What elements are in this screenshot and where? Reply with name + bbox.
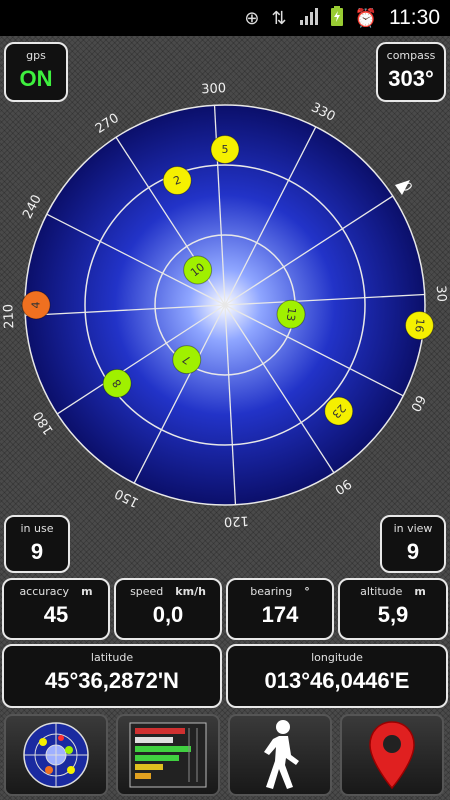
longitude-value: 013°46,0446'E (264, 668, 410, 693)
azimuth-label-180: 180 (31, 408, 57, 437)
azimuth-label-30: 30 (433, 285, 449, 302)
accuracy-box: accuracy m 45 (2, 578, 110, 640)
compass-box: compass 303° (376, 42, 446, 102)
accuracy-label: accuracy (19, 585, 70, 598)
speed-value: 0,0 (152, 602, 184, 627)
signal-bars-button[interactable] (116, 714, 220, 796)
longitude-box: longitude 013°46,0446'E (226, 644, 448, 708)
satellite-2: 2 (162, 166, 192, 196)
signal-bars-icon (129, 722, 207, 788)
map-pin-icon (369, 721, 415, 790)
gps-status-box: gps ON (4, 42, 68, 102)
signal-icon (299, 7, 319, 30)
azimuth-label-300: 300 (201, 81, 227, 97)
azimuth-label-210: 210 (1, 304, 17, 330)
satellite-radar: 0306090120150180210240270300330 52104871… (1, 81, 449, 529)
in-view-box: in view 9 (380, 515, 446, 573)
track-walk-button[interactable] (228, 714, 332, 796)
battery-icon (330, 5, 343, 31)
azimuth-label-150: 150 (112, 485, 141, 510)
satellite-16: 16 (404, 310, 434, 340)
radar-view-icon (23, 722, 89, 788)
alarm-icon: ⏰ (354, 7, 377, 29)
satellite-5: 5 (210, 134, 240, 164)
speed-box: speed km/h 0,0 (114, 578, 222, 640)
bearing-value: 174 (261, 602, 299, 627)
latitude-label: latitude (90, 651, 134, 664)
satellite-id-label: 4 (30, 302, 43, 309)
accuracy-value: 45 (43, 602, 69, 627)
in-view-value: 9 (406, 539, 420, 564)
walking-person-icon (264, 720, 299, 789)
accuracy-unit: m (81, 585, 93, 598)
in-use-box: in use 9 (4, 515, 70, 573)
compass-value: 303° (388, 66, 434, 91)
map-pin-button[interactable] (340, 714, 444, 796)
bearing-box: bearing ° 174 (226, 578, 334, 640)
compass-label: compass (386, 49, 436, 62)
clock: 11:30 (389, 6, 440, 29)
altitude-unit: m (414, 585, 426, 598)
satellite-id-label: 13 (284, 306, 299, 322)
altitude-label: altitude (360, 585, 403, 598)
azimuth-label-270: 270 (93, 111, 122, 137)
bearing-label: bearing (250, 585, 293, 598)
azimuth-label-240: 240 (20, 192, 45, 221)
data-transfer-icon: ⇅ (271, 7, 287, 29)
satellite-10: 10 (183, 255, 213, 285)
in-view-label: in view (393, 522, 433, 535)
gps-value: ON (19, 66, 53, 91)
latitude-value: 45°36,2872'N (45, 668, 179, 693)
satellite-id-label: 16 (412, 318, 426, 333)
status-bar: ⊕ ⇅ ⏰ 11:30 (0, 0, 450, 36)
satellite-4: 4 (21, 290, 51, 320)
longitude-label: longitude (311, 651, 363, 664)
azimuth-label-60: 60 (407, 392, 428, 414)
in-use-label: in use (20, 522, 54, 535)
altitude-value: 5,9 (377, 602, 409, 627)
altitude-box: altitude m 5,9 (338, 578, 448, 640)
in-use-value: 9 (30, 539, 44, 564)
gps-label: gps (26, 49, 46, 62)
satellite-7: 7 (172, 345, 202, 375)
radar-view-button[interactable] (4, 714, 108, 796)
azimuth-label-120: 120 (224, 513, 250, 529)
satellite-8: 8 (102, 368, 132, 398)
gps-icon: ⊕ (244, 7, 260, 29)
satellite-13: 13 (276, 299, 306, 329)
azimuth-label-330: 330 (309, 100, 338, 125)
azimuth-label-90: 90 (332, 475, 354, 497)
latitude-box: latitude 45°36,2872'N (2, 644, 222, 708)
speed-label: speed (130, 585, 164, 598)
bearing-unit: ° (304, 585, 310, 598)
satellite-id-label: 5 (222, 143, 229, 156)
speed-unit: km/h (175, 585, 206, 598)
satellite-23: 23 (324, 396, 354, 426)
